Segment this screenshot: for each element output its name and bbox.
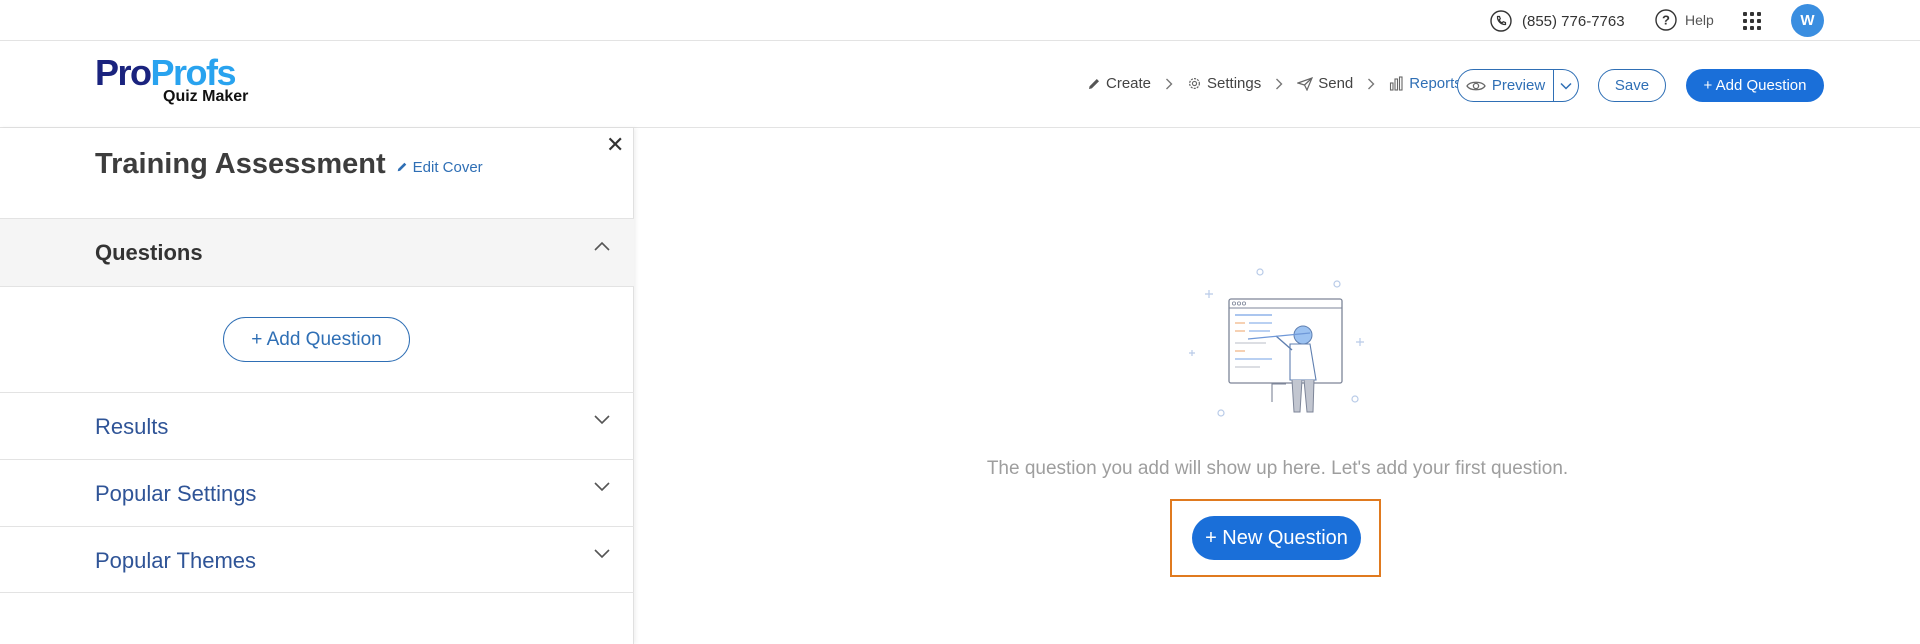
workflow-steps: Create Settings Send Reports <box>1087 75 1462 92</box>
close-icon[interactable]: ✕ <box>606 134 624 156</box>
chevron-right-icon <box>1367 78 1375 90</box>
step-send[interactable]: Send <box>1297 75 1353 92</box>
questions-label: Questions <box>95 240 203 265</box>
quiz-title: Training Assessment <box>95 148 386 180</box>
chevron-right-icon <box>1165 78 1173 90</box>
pencil-icon <box>397 162 406 172</box>
utility-bar: (855) 776-7763 ? Help W <box>0 0 1920 41</box>
svg-text:?: ? <box>1662 13 1670 28</box>
header-add-question-button[interactable]: + Add Question <box>1686 69 1824 102</box>
help-label: Help <box>1685 12 1714 28</box>
preview-button[interactable]: Preview <box>1457 69 1554 102</box>
empty-state-illustration <box>1189 268 1364 417</box>
results-section-header[interactable]: Results <box>0 392 634 459</box>
gear-icon <box>1189 78 1201 89</box>
chevron-down-icon <box>594 415 610 425</box>
pencil-icon <box>1089 78 1099 89</box>
bar-chart-icon <box>1390 76 1403 91</box>
avatar[interactable]: W <box>1791 4 1824 37</box>
popular-settings-label: Popular Settings <box>95 481 257 506</box>
proprofs-logo[interactable]: ProProfs Quiz Maker <box>95 55 248 106</box>
chevron-right-icon <box>1275 78 1283 90</box>
preview-button-group: Preview <box>1457 69 1579 102</box>
popular-themes-label: Popular Themes <box>95 548 257 573</box>
edit-cover-link[interactable]: Edit Cover <box>396 159 483 176</box>
app-header: ProProfs Quiz Maker Create Settings Send… <box>0 41 1920 128</box>
step-settings[interactable]: Settings <box>1187 75 1261 92</box>
quiz-sidebar: ✕ Training Assessment Edit Cover Questio… <box>0 128 634 644</box>
help-link[interactable]: ? Help <box>1655 9 1714 31</box>
chevron-up-icon <box>594 241 610 251</box>
step-reports[interactable]: Reports <box>1389 75 1462 92</box>
save-button[interactable]: Save <box>1598 69 1666 102</box>
questions-section-body: + Add Question <box>0 286 634 392</box>
chevron-down-icon <box>594 549 610 559</box>
questions-section-header[interactable]: Questions <box>0 218 634 286</box>
quiz-title-row: Training Assessment Edit Cover <box>95 148 483 181</box>
apps-grid-icon[interactable] <box>1743 12 1761 30</box>
chevron-down-icon <box>594 482 610 492</box>
eye-icon <box>1466 81 1486 90</box>
phone-icon <box>1490 10 1512 32</box>
popular-settings-section-header[interactable]: Popular Settings <box>0 459 634 526</box>
empty-state-message: The question you add will show up here. … <box>986 458 1569 479</box>
phone-link[interactable]: (855) 776-7763 <box>1490 10 1625 32</box>
question-circle-icon: ? <box>1655 9 1677 31</box>
popular-themes-section-header[interactable]: Popular Themes <box>0 526 634 593</box>
sidebar-add-question-button[interactable]: + Add Question <box>223 317 410 362</box>
results-label: Results <box>95 414 169 439</box>
chevron-down-icon <box>1560 82 1572 90</box>
preview-dropdown-toggle[interactable] <box>1554 69 1579 102</box>
logo-subtitle: Quiz Maker <box>163 88 249 105</box>
step-create[interactable]: Create <box>1087 75 1151 92</box>
paper-plane-icon <box>1297 76 1314 91</box>
new-question-button[interactable]: + New Question <box>1192 516 1361 560</box>
phone-number: (855) 776-7763 <box>1522 12 1625 30</box>
